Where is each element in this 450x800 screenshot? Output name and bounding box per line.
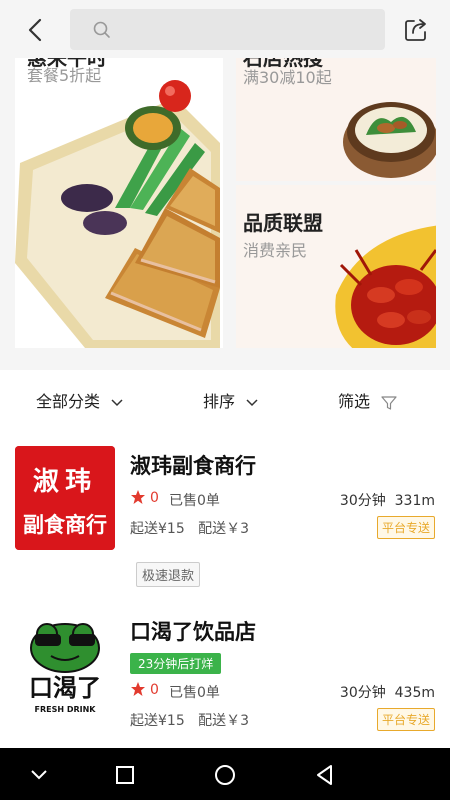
circle-icon — [215, 765, 235, 785]
promo-quality-card[interactable]: 品质联盟 消费亲民 — [236, 185, 436, 348]
promo-lunch-card[interactable]: 惠来午时 套餐5折起 — [15, 58, 223, 348]
delivery-badge: 平台专送 — [376, 708, 435, 731]
sold-count: 已售0单 — [169, 493, 220, 509]
search-icon — [92, 20, 112, 40]
top-bar — [0, 0, 450, 58]
svg-text:副食商行: 副食商行 — [23, 512, 107, 537]
svg-text:口渴了: 口渴了 — [29, 674, 101, 702]
nav-home-button[interactable] — [212, 762, 238, 788]
time-distance: 30分钟 435m — [339, 685, 435, 701]
square-icon — [116, 766, 134, 784]
chevron-left-icon — [28, 18, 42, 42]
shop-fee-row: 起送¥15 配送￥3 平台专送 — [130, 516, 435, 539]
shop-list-screen: 惠来午时 套餐5折起 石店热搜 满30减10起 品质联盟 消费亲民 全部分类 排… — [0, 0, 450, 800]
shop-list-item[interactable]: 口渴了 FRESH DRINK 口渴了饮品店 23分钟后打烊 0 已售0单 30… — [0, 600, 450, 748]
shop-logo: 淑玮 副食商行 — [15, 446, 115, 550]
fees: 起送¥15 配送￥3 — [130, 521, 250, 537]
system-nav-bar — [0, 748, 450, 800]
star-icon — [131, 682, 145, 696]
promo-title: 品质联盟 — [243, 211, 323, 235]
chevron-down-icon — [31, 770, 47, 780]
svg-text:淑玮: 淑玮 — [33, 467, 97, 497]
sold-count: 已售0单 — [169, 685, 220, 701]
triangle-back-icon — [317, 765, 332, 785]
shop-stats-row: 0 已售0单 30分钟 435m — [130, 680, 435, 702]
star-icon — [131, 490, 145, 504]
rating-value: 0 — [150, 682, 159, 698]
nav-back-button[interactable] — [312, 762, 338, 788]
promo-subtitle: 消费亲民 — [243, 241, 308, 260]
category-label: 全部分类 — [36, 392, 101, 411]
share-button[interactable] — [400, 14, 432, 46]
share-icon — [405, 19, 426, 41]
bento-food-image — [15, 58, 223, 348]
sort-label: 排序 — [203, 392, 236, 411]
category-dropdown[interactable]: 全部分类 — [36, 388, 123, 412]
shop-stats-row: 0 已售0单 30分钟 331m — [130, 488, 435, 510]
promo-banner-area: 惠来午时 套餐5折起 石店热搜 满30减10起 品质联盟 消费亲民 — [0, 58, 450, 370]
filter-button[interactable]: 筛选 — [338, 388, 397, 412]
filter-bar: 全部分类 排序 筛选 — [0, 370, 450, 428]
promo-subtitle: 套餐5折起 — [27, 66, 102, 85]
crayfish-image — [335, 225, 436, 348]
rating-value: 0 — [150, 490, 159, 506]
shop-list-item[interactable]: 淑玮 副食商行 淑玮副食商行 0 已售0单 30分钟 331m 起送¥15 配送… — [0, 428, 450, 600]
fees: 起送¥15 配送￥3 — [130, 713, 250, 729]
promo-hot-card[interactable]: 石店热搜 满30减10起 — [236, 58, 436, 181]
nav-recents-button[interactable] — [112, 762, 138, 788]
claypot-rice-image — [343, 102, 436, 178]
delivery-badge: 平台专送 — [376, 516, 435, 539]
chevron-down-icon — [111, 398, 123, 406]
shop-logo: 口渴了 FRESH DRINK — [15, 614, 115, 718]
closing-soon-tag: 23分钟后打烊 — [130, 653, 222, 674]
time-distance: 30分钟 331m — [339, 493, 435, 509]
promo-subtitle: 满30减10起 — [243, 68, 332, 87]
svg-text:FRESH DRINK: FRESH DRINK — [34, 705, 96, 714]
shop-name: 口渴了饮品店 — [130, 620, 256, 644]
sort-dropdown[interactable]: 排序 — [203, 388, 258, 412]
nav-collapse-button[interactable] — [26, 762, 52, 788]
chevron-down-icon — [246, 398, 258, 406]
search-input[interactable] — [70, 9, 385, 50]
back-button[interactable] — [20, 14, 52, 46]
refund-tag: 极速退款 — [136, 562, 201, 587]
shop-name: 淑玮副食商行 — [130, 454, 256, 478]
filter-label: 筛选 — [338, 392, 371, 411]
funnel-icon — [381, 395, 397, 410]
shop-fee-row: 起送¥15 配送￥3 平台专送 — [130, 708, 435, 731]
